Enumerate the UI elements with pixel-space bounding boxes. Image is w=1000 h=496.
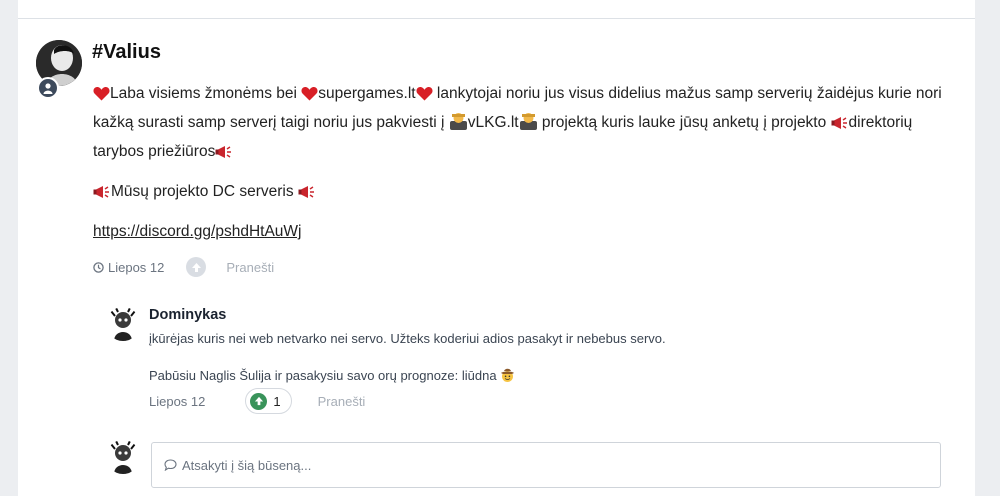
post-paragraph-intro: Laba visiems žmonėms bei supergames.lt l… [93, 81, 948, 168]
reaction-button[interactable]: 1 [245, 388, 292, 414]
reply-avatar[interactable] [106, 307, 140, 341]
heart-icon [416, 84, 433, 110]
reply-line-2: Pabūsiu Naglis Šulija ir pasakysiu savo … [149, 367, 929, 387]
clock-icon [93, 261, 104, 273]
reply-author[interactable]: Dominykas [149, 307, 226, 323]
current-user-avatar [106, 440, 140, 474]
megaphone-icon [93, 182, 111, 208]
upvote-icon [191, 262, 201, 272]
report-link[interactable]: Pranešti [226, 260, 274, 275]
top-strip [0, 0, 1000, 18]
reply-date[interactable]: Liepos 12 [149, 394, 205, 409]
post-title: #Valius [92, 41, 161, 63]
mechanic-emoji-icon [519, 112, 538, 139]
upvote-button[interactable] [186, 257, 207, 277]
heart-icon [93, 84, 110, 110]
discord-link[interactable]: https://discord.gg/pshdHtAuWj [93, 223, 302, 240]
post-meta: Liepos 12 Pranešti [93, 256, 274, 278]
reply-report-link[interactable]: Pranešti [318, 394, 366, 409]
person-icon [43, 82, 53, 94]
heart-icon [301, 84, 318, 110]
reply-input-placeholder: Atsakyti į šią būseną... [182, 457, 312, 473]
post-paragraph-dc: Mūsų projekto DC serveris [93, 179, 948, 208]
reply-meta: Liepos 12 1 Pranešti [149, 388, 365, 414]
upvote-icon [250, 392, 268, 410]
reaction-count: 1 [273, 393, 281, 409]
megaphone-icon [215, 142, 233, 168]
cowboy-emoji-icon [500, 368, 515, 387]
megaphone-icon [298, 182, 316, 208]
member-badge [37, 77, 59, 99]
comment-icon [164, 459, 177, 471]
post-body: Laba visiems žmonėms bei supergames.lt l… [93, 81, 948, 256]
post-date[interactable]: Liepos 12 [93, 260, 164, 275]
post-paragraph-link: https://discord.gg/pshdHtAuWj [93, 219, 948, 245]
mechanic-emoji-icon [449, 112, 468, 139]
reply-line-1: įkūrėjas kuris nei web netvarko nei serv… [149, 331, 666, 346]
reply-input[interactable]: Atsakyti į šią būseną... [151, 442, 941, 488]
megaphone-icon [831, 113, 849, 139]
